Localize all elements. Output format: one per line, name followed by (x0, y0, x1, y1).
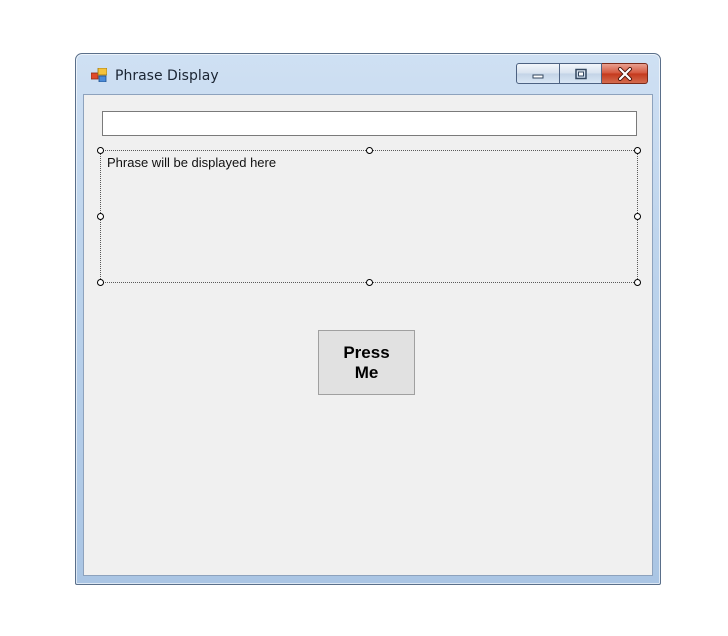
maximize-icon (574, 68, 587, 79)
resize-handle-bottom-right[interactable] (634, 279, 641, 286)
form-client-area: Phrase will be displayed here Press Me (83, 94, 653, 576)
minimize-icon (532, 74, 544, 78)
app-icon (91, 68, 107, 82)
resize-handle-top-middle[interactable] (366, 147, 373, 154)
resize-handle-top-left[interactable] (97, 147, 104, 154)
close-icon (617, 66, 632, 81)
resize-handle-middle-right[interactable] (634, 213, 641, 220)
phrase-label: Phrase will be displayed here (107, 155, 277, 170)
resize-handle-bottom-left[interactable] (97, 279, 104, 286)
maximize-button[interactable] (560, 63, 602, 84)
resize-handle-top-right[interactable] (634, 147, 641, 154)
title-bar[interactable]: Phrase Display (76, 54, 660, 94)
phrase-input[interactable] (102, 111, 637, 136)
press-me-button[interactable]: Press Me (318, 330, 415, 395)
app-window: Phrase Display Phrase will be displayed … (75, 53, 661, 585)
window-title: Phrase Display (115, 68, 219, 84)
minimize-button[interactable] (516, 63, 560, 84)
close-button[interactable] (602, 63, 648, 84)
phrase-label-box[interactable]: Phrase will be displayed here (97, 147, 641, 286)
resize-handle-middle-left[interactable] (97, 213, 104, 220)
resize-handle-bottom-middle[interactable] (366, 279, 373, 286)
